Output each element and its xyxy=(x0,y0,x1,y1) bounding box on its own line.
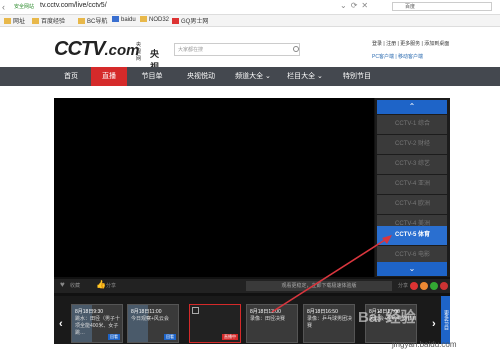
url-field[interactable]: tv.cctv.com/live/cctv5/ xyxy=(40,2,107,9)
weibo2-icon[interactable] xyxy=(440,282,448,290)
paw-icon xyxy=(112,16,119,22)
browser-tools[interactable]: ⌄⟳✕ xyxy=(340,1,372,10)
program-card-live[interactable]: 直播中 xyxy=(189,304,241,343)
folder-icon xyxy=(32,18,39,24)
refresh-icon[interactable]: ⟳ xyxy=(351,1,362,10)
logo-cn-small: 央视网 xyxy=(136,42,142,62)
folder-icon xyxy=(78,18,85,24)
browser-search-input[interactable]: 百度 xyxy=(392,2,492,11)
video-player[interactable] xyxy=(54,98,374,277)
weibo-icon[interactable] xyxy=(410,282,418,290)
bookmark-item[interactable]: BC导航 xyxy=(78,16,107,25)
program-title: 今日观察+风云会 xyxy=(131,316,169,322)
account-links[interactable]: 登录 | 注册 | 更多服务 | 添加到桌面 xyxy=(372,40,449,47)
share-label[interactable]: 分享 xyxy=(106,282,116,289)
more-programs-button[interactable]: 更多节目 xyxy=(441,296,450,344)
qzone-icon[interactable] xyxy=(420,282,428,290)
nav-home[interactable]: 首页 xyxy=(54,67,88,86)
site-search-input[interactable]: 大家都在搜 xyxy=(174,43,300,56)
bookmark-item[interactable]: NOD32 xyxy=(140,16,169,23)
nav-live[interactable]: 直播 xyxy=(91,67,127,86)
baidu-watermark: Bai 经验 xyxy=(358,309,416,326)
strip-next-arrow-icon[interactable]: › xyxy=(432,318,436,330)
main-nav: 首页 直播 节目单 央视悦动 频道大全 ⌄ 栏目大全 ⌄ 特别节目 xyxy=(0,67,500,86)
program-time: 8月18日16:50 xyxy=(307,309,338,315)
wechat-icon[interactable] xyxy=(430,282,438,290)
back-arrow-icon[interactable]: ‹ xyxy=(2,2,5,12)
bookmark-item[interactable]: GQ男士网 xyxy=(172,16,208,25)
program-badge: 直播中 xyxy=(222,334,238,340)
client-download-links[interactable]: PC客户端 | 移动客户端 xyxy=(372,53,423,60)
download-notice[interactable]: 观看更稳定，立即下载极速体验版 xyxy=(246,281,392,291)
share-text: 分享 xyxy=(398,283,409,289)
heart-icon[interactable]: ♥ xyxy=(60,280,65,289)
program-badge: 回看 xyxy=(164,334,176,340)
favorite-label[interactable]: 收藏 xyxy=(70,282,80,289)
site-icon xyxy=(172,18,179,24)
bookmarks-bar: 网址 百度经验 BC导航 baidu NOD32 GQ男士网 xyxy=(0,15,500,27)
strip-prev-arrow-icon[interactable]: ‹ xyxy=(59,318,63,330)
program-card[interactable]: 8月18日11:00 今日观察+风云会回看 xyxy=(127,304,179,343)
channel-item-selected[interactable]: CCTV-5 体育 xyxy=(377,226,447,245)
channel-item[interactable]: CCTV-4 欧洲 xyxy=(377,195,447,214)
search-icon[interactable] xyxy=(292,43,301,56)
nav-special[interactable]: 特别节目 xyxy=(334,67,380,86)
program-time: 8月18日13:00 xyxy=(250,309,281,315)
bookmark-item[interactable]: 百度经验 xyxy=(32,16,65,25)
folder-icon xyxy=(140,16,147,22)
thumb-icon[interactable]: 👍 xyxy=(96,280,106,289)
program-time: 8月18日9:30 xyxy=(75,309,104,315)
channel-list: ⌃ CCTV-1 综合 CCTV-2 财经 CCTV-3 综艺 CCTV-4 亚… xyxy=(375,98,450,277)
program-title: 录像：田径决赛 xyxy=(250,316,286,322)
program-card[interactable]: 8月18日9:30 跳水：田径（男子十项全能400米、女子跳… 回看 xyxy=(71,304,123,343)
nav-yuedong[interactable]: 央视悦动 xyxy=(178,67,224,86)
program-time: 8月18日11:00 xyxy=(131,309,162,315)
channel-up-button[interactable]: ⌃ xyxy=(377,100,447,114)
baidu-watermark-url: jingyan.baidu.com xyxy=(392,340,457,349)
program-card[interactable]: 8月18日16:50 录像：乒乓球男团决赛 xyxy=(303,304,355,343)
channel-item[interactable]: CCTV-2 财经 xyxy=(377,135,447,154)
nav-schedule[interactable]: 节目单 xyxy=(132,67,172,86)
program-badge: 回看 xyxy=(108,334,120,340)
program-card[interactable]: 8月18日13:00 录像：田径决赛 xyxy=(246,304,298,343)
dropdown-icon[interactable]: ⌄ xyxy=(340,1,351,10)
nav-channels[interactable]: 频道大全 ⌄ xyxy=(230,67,276,86)
bookmark-item[interactable]: baidu xyxy=(112,16,136,23)
folder-icon xyxy=(4,18,11,24)
bookmark-item[interactable]: 网址 xyxy=(4,16,25,25)
cctv-logo[interactable]: CCTV.com 央视网 央视 xyxy=(54,38,159,72)
program-title: 录像：乒乓球男团决赛 xyxy=(307,316,353,329)
secure-label: 安全网站 xyxy=(14,4,35,10)
nav-columns[interactable]: 栏目大全 ⌄ xyxy=(282,67,328,86)
channel-item[interactable]: CCTV-3 综艺 xyxy=(377,155,447,174)
address-bar: ‹ 安全网站 tv.cctv.com/live/cctv5/ ⌄⟳✕ 百度 xyxy=(0,0,500,15)
close-icon[interactable]: ✕ xyxy=(361,1,372,10)
channel-item[interactable]: CCTV-1 综合 xyxy=(377,115,447,134)
channel-down-button[interactable]: ⌄ xyxy=(377,262,447,276)
broken-image-icon xyxy=(192,307,199,314)
channel-item[interactable]: CCTV-4 亚洲 xyxy=(377,175,447,194)
player-controls: ♥ 收藏 👍 分享 观看更稳定，立即下载极速体验版 分享 xyxy=(54,279,450,293)
